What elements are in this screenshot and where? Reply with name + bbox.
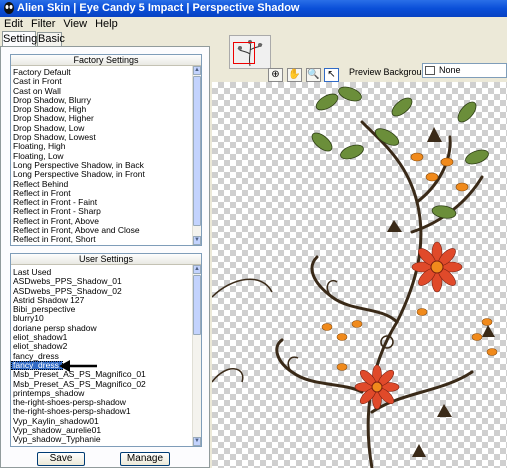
manage-button[interactable]: Manage: [120, 452, 170, 466]
red-flower-icon: [354, 364, 400, 410]
title-bar: Alien Skin | Eye Candy 5 Impact | Perspe…: [0, 0, 507, 17]
list-item[interactable]: Long Perspective Shadow, in Front: [11, 170, 191, 179]
list-item[interactable]: the-right-shoes-persp-shadow1: [11, 407, 191, 416]
preview-background-value: None: [439, 65, 461, 75]
scroll-down-icon[interactable]: ▼: [193, 437, 201, 446]
list-item[interactable]: Drop Shadow, Lowest: [11, 133, 191, 142]
preview-canvas[interactable]: [212, 82, 507, 468]
menu-view[interactable]: View: [59, 17, 91, 32]
view-frame-indicator[interactable]: [233, 42, 255, 64]
scroll-up-icon[interactable]: ▲: [193, 265, 201, 274]
list-item[interactable]: Msb_Preset_AS_PS_Magnifico_02: [11, 380, 191, 389]
menu-help[interactable]: Help: [91, 17, 122, 32]
list-item[interactable]: Long Perspective Shadow, in Back: [11, 161, 191, 170]
floral-artwork: [212, 86, 498, 468]
factory-settings-list[interactable]: Factory Settings Factory Default Cast in…: [10, 54, 202, 246]
list-item[interactable]: Vyp_shadow_aurelie01: [11, 426, 191, 435]
orange-buds: [321, 152, 498, 371]
hand-tool-icon[interactable]: ✋: [287, 68, 302, 82]
zoom-fit-tool[interactable]: ⊕: [268, 68, 283, 82]
list-item[interactable]: Msb_Preset_AS_PS_Magnifico_01: [11, 370, 191, 379]
menu-bar: Edit Filter View Help: [0, 17, 507, 32]
scroll-thumb[interactable]: [193, 275, 201, 335]
list-item[interactable]: ASDwebs_PPS_Shadow_01: [11, 277, 191, 286]
list-item[interactable]: Astrid Shadow 127: [11, 296, 191, 305]
navigator-thumbnail[interactable]: [229, 35, 271, 69]
user-settings-items: Last Used ASDwebs_PPS_Shadow_01 ASDwebs_…: [11, 268, 191, 445]
list-item[interactable]: Vyp_shadow_Typhanie: [11, 435, 191, 444]
scroll-down-icon[interactable]: ▼: [193, 236, 201, 245]
red-flower-icon: [411, 241, 463, 293]
zoom-tool-icon[interactable]: 🔍: [306, 68, 321, 82]
scroll-thumb[interactable]: [193, 76, 201, 226]
pointer-tool-icon[interactable]: ↖: [324, 68, 339, 82]
list-item[interactable]: Reflect in Front: [11, 189, 191, 198]
scroll-up-icon[interactable]: ▲: [193, 66, 201, 75]
list-item[interactable]: Reflect in Front, Short: [11, 235, 191, 244]
arrow-annotation-icon: [59, 360, 97, 372]
list-item[interactable]: Reflect in Front - Faint: [11, 198, 191, 207]
list-item[interactable]: fancy_dress: [11, 352, 191, 361]
list-item[interactable]: Bibi_perspective: [11, 305, 191, 314]
list-item[interactable]: Floating, Low: [11, 152, 191, 161]
list-item[interactable]: Reflect in Front - Sharp: [11, 207, 191, 216]
background-swatch-icon: [425, 66, 435, 75]
list-item[interactable]: ASDwebs_PPS_Shadow_02: [11, 287, 191, 296]
factory-settings-header: Factory Settings: [11, 55, 201, 66]
list-item[interactable]: Drop Shadow, Low: [11, 124, 191, 133]
list-item[interactable]: Floating, High: [11, 142, 191, 151]
tab-settings[interactable]: Settings: [2, 31, 43, 47]
menu-edit[interactable]: Edit: [0, 17, 27, 32]
list-item[interactable]: eliot_shadow2: [11, 342, 191, 351]
list-item[interactable]: Factory Default: [11, 68, 191, 77]
list-item[interactable]: Reflect in Front, Above and Close: [11, 226, 191, 235]
user-settings-list[interactable]: User Settings Last Used ASDwebs_PPS_Shad…: [10, 253, 202, 447]
list-item[interactable]: printemps_shadow: [11, 389, 191, 398]
preview-background-select[interactable]: None: [422, 63, 507, 78]
list-item[interactable]: Drop Shadow, Higher: [11, 114, 191, 123]
alien-skin-icon: [4, 2, 14, 14]
list-item[interactable]: Drop Shadow, High: [11, 105, 191, 114]
list-item[interactable]: Reflect Behind: [11, 180, 191, 189]
list-item[interactable]: the-right-shoes-persp-shadow: [11, 398, 191, 407]
settings-panel: Factory Settings Factory Default Cast in…: [0, 46, 210, 468]
list-item[interactable]: Last Used: [11, 268, 191, 277]
list-item[interactable]: Cast in Front: [11, 77, 191, 86]
list-item[interactable]: eliot_shadow1: [11, 333, 191, 342]
list-item[interactable]: Drop Shadow, Blurry: [11, 96, 191, 105]
user-settings-header: User Settings: [11, 254, 201, 265]
save-button[interactable]: Save: [37, 452, 85, 466]
list-item[interactable]: doriane persp shadow: [11, 324, 191, 333]
list-item[interactable]: Cast on Wall: [11, 87, 191, 96]
list-item-selected[interactable]: fancy_dress 2: [11, 360, 63, 371]
factory-settings-items: Factory Default Cast in Front Cast on Wa…: [11, 68, 191, 245]
list-item[interactable]: Vyp_Kaylin_shadow01: [11, 417, 191, 426]
tab-basic[interactable]: Basic: [37, 32, 65, 47]
factory-list-scrollbar[interactable]: ▲ ▼: [192, 66, 201, 245]
window-title: Alien Skin | Eye Candy 5 Impact | Perspe…: [17, 2, 300, 14]
list-item[interactable]: blurry10: [11, 314, 191, 323]
menu-filter[interactable]: Filter: [27, 17, 59, 32]
user-list-scrollbar[interactable]: ▲ ▼: [192, 265, 201, 446]
list-item[interactable]: Reflect in Front, Above: [11, 217, 191, 226]
